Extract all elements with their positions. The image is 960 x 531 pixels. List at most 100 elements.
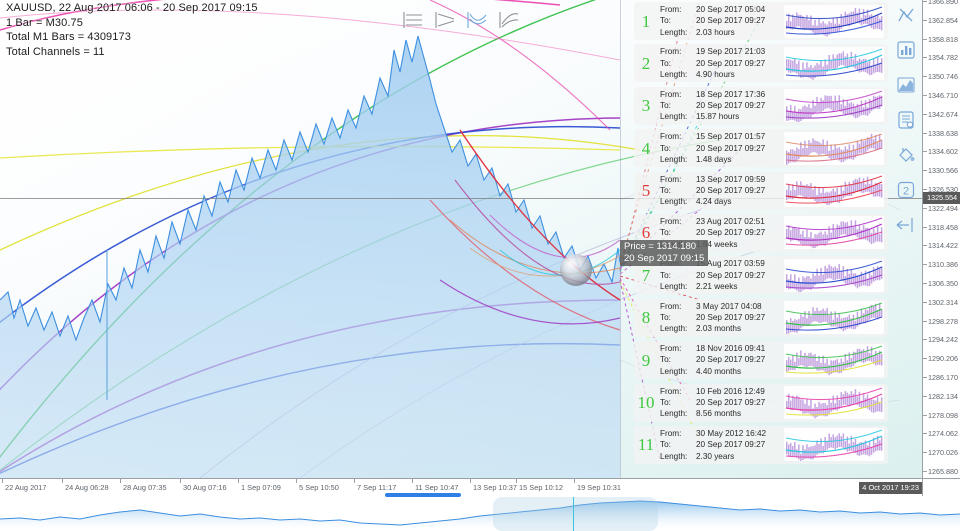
chart-sphere-marker[interactable]: [560, 254, 592, 286]
channel-to-line: To: 20 Sep 2017 09:27: [660, 270, 766, 280]
channel-thumbnail[interactable]: [784, 258, 884, 292]
channel-row[interactable]: 10 From: 10 Feb 2016 12:49 To: 20 Sep 2017 0…: [634, 383, 888, 422]
channel-row[interactable]: 5 From: 13 Sep 2017 09:59 To: 20 Sep 2017 09…: [634, 171, 888, 210]
price-axis-tick: 1274.062: [923, 428, 960, 439]
channel-type-legend: [402, 10, 520, 35]
channel-to-line: To: 20 Sep 2017 09:27: [660, 440, 766, 450]
channel-row-number: 4: [641, 138, 651, 158]
channel-row[interactable]: 11 From: 30 May 2012 16:42 To: 20 Sep 2017 0…: [634, 425, 888, 464]
price-axis[interactable]: 1366.890 1362.854 1358.818 1354.782 1350.746…: [922, 0, 960, 478]
price-axis-tick: 1330.566: [923, 165, 960, 176]
channel-to-line: To: 20 Sep 2017 09:27: [660, 313, 766, 323]
channel-thumbnail[interactable]: [784, 216, 884, 250]
curved-up-channel-icon[interactable]: [466, 10, 488, 35]
chart-header-info: XAUUSD, 22 Aug 2017 06:06 - 20 Sep 2017 …: [6, 1, 258, 59]
channel-list-panel[interactable]: 1 From: 20 Sep 2017 05:04 To: 20 Sep 2017 09…: [634, 2, 888, 468]
converging-channel-icon[interactable]: [434, 10, 456, 35]
channel-to-line: To: 20 Sep 2017 09:27: [660, 185, 766, 195]
time-axis-scrollbar[interactable]: [385, 493, 461, 497]
channel-row-number: 10: [637, 393, 655, 413]
time-axis-tick: 15 Sep 10:12: [516, 479, 563, 497]
time-axis-tick: 28 Aug 07:35: [120, 479, 167, 497]
right-toolbar[interactable]: 2: [889, 2, 922, 238]
zoom-level-value: 2: [902, 186, 908, 198]
channel-from-line: From: 18 Nov 2016 09:41: [660, 344, 766, 354]
parallel-channel-icon[interactable]: [402, 10, 424, 35]
time-axis-tick: 24 Aug 06:28: [62, 479, 109, 497]
time-axis[interactable]: 4 Oct 2017 19:23 22 Aug 2017 24 Aug 06:28…: [0, 478, 922, 497]
price-axis-tick: 1338.638: [923, 128, 960, 139]
channel-length-line: Length: 4.40 months: [660, 366, 742, 376]
curved-channel-icon[interactable]: [498, 10, 520, 35]
channel-thumbnail[interactable]: [784, 386, 884, 420]
time-axis-tick: 22 Aug 2017: [2, 479, 47, 497]
time-axis-tick: 1 Sep 07:09: [238, 479, 281, 497]
channel-thumbnail[interactable]: [784, 301, 884, 335]
price-axis-tick: 1366.890: [923, 0, 960, 7]
channel-row[interactable]: 3 From: 18 Sep 2017 17:36 To: 20 Sep 2017 09…: [634, 86, 888, 125]
channel-row-details: From: 20 Sep 2017 05:04 To: 20 Sep 2017 09:…: [658, 4, 784, 38]
tooltip-price-line: Price = 1314.180: [624, 241, 697, 252]
channel-thumbnail[interactable]: [784, 131, 884, 165]
channel-thumbnail[interactable]: [784, 428, 884, 462]
price-axis-tick: 1314.422: [923, 240, 960, 251]
channel-to-line: To: 20 Sep 2017 09:27: [660, 143, 766, 153]
navigator-cursor-line: [573, 497, 574, 531]
time-axis-tick: 5 Sep 10:50: [296, 479, 339, 497]
channel-row[interactable]: 8 From: 3 May 2017 04:08 To: 20 Sep 2017 09:…: [634, 298, 888, 337]
list-settings-icon[interactable]: [893, 107, 919, 133]
time-axis-current-label: 4 Oct 2017 19:23: [859, 482, 922, 494]
channel-row-number: 7: [641, 265, 651, 285]
paint-bucket-icon[interactable]: [893, 142, 919, 168]
channel-row[interactable]: 2 From: 19 Sep 2017 21:03 To: 20 Sep 2017 09…: [634, 44, 888, 83]
main-chart-canvas[interactable]: XAUUSD, 22 Aug 2017 06:06 - 20 Sep 2017 …: [0, 0, 922, 478]
channel-row-details: From: 10 Feb 2016 12:49 To: 20 Sep 2017 09:…: [658, 386, 784, 420]
time-axis-tick: 19 Sep 10:31: [574, 479, 621, 497]
total-bars-label: Total M1 Bars = 4309173: [6, 31, 131, 43]
price-axis-tick: 1322.494: [923, 203, 960, 214]
overview-navigator[interactable]: [0, 497, 960, 531]
channel-to-line: To: 20 Sep 2017 09:27: [660, 16, 766, 26]
channel-thumbnail[interactable]: [784, 174, 884, 208]
channel-length-line: Length: 2.03 months: [660, 324, 742, 334]
channel-from-line: From: 23 Aug 2017 02:51: [660, 217, 765, 226]
channel-from-line: From: 3 May 2017 04:08: [660, 301, 762, 311]
channel-row-details: From: 3 May 2017 04:08 To: 20 Sep 2017 09:2…: [658, 301, 784, 335]
channel-from-line: From: 18 Sep 2017 17:36: [660, 89, 766, 99]
channel-length-line: Length: 1.48 days: [660, 154, 732, 164]
scroll-back-arrow-icon[interactable]: [893, 212, 919, 238]
channel-row-number: 1: [641, 11, 651, 31]
price-axis-current-label: 1325.554: [923, 192, 960, 204]
channel-row-number: 2: [641, 53, 651, 73]
channel-thumbnail[interactable]: [784, 343, 884, 377]
channel-row-details: From: 18 Nov 2016 09:41 To: 20 Sep 2017 09:…: [658, 343, 784, 377]
time-axis-tick: 30 Aug 07:16: [180, 479, 227, 497]
channel-row[interactable]: 1 From: 20 Sep 2017 05:04 To: 20 Sep 2017 09…: [634, 2, 888, 40]
channel-thumbnail[interactable]: [784, 4, 884, 38]
zoom-level-2-icon[interactable]: 2: [893, 177, 919, 203]
channel-to-line: To: 20 Sep 2017 09:27: [660, 228, 766, 238]
bar-chart-icon[interactable]: [893, 37, 919, 63]
crossed-indicator-icon[interactable]: [893, 2, 919, 28]
navigator-sparkline: [0, 500, 960, 531]
channel-thumbnail[interactable]: [784, 46, 884, 80]
tooltip-time-line: 20 Sep 2017 09:15: [624, 252, 705, 264]
channel-row-number: 6: [641, 223, 651, 243]
channel-row-number: 11: [637, 435, 655, 455]
channel-row[interactable]: 9 From: 18 Nov 2016 09:41 To: 20 Sep 2017 09…: [634, 341, 888, 380]
channel-from-line: From: 20 Sep 2017 05:04: [660, 5, 766, 15]
time-crosshair-vertical-line: [620, 0, 621, 478]
price-axis-tick: 1270.026: [923, 447, 960, 458]
channel-row-details: From: 30 May 2012 16:42 To: 20 Sep 2017 09:…: [658, 428, 784, 462]
channel-to-line: To: 20 Sep 2017 09:27: [660, 101, 766, 111]
price-tooltip: Price = 1314.180 20 Sep 2017 09:15: [620, 240, 709, 266]
price-axis-tick: 1286.170: [923, 372, 960, 383]
channel-length-line: Length: 2.21 weeks: [660, 281, 738, 291]
channel-row[interactable]: 4 From: 15 Sep 2017 01:57 To: 20 Sep 2017 09…: [634, 129, 888, 168]
channel-to-line: To: 20 Sep 2017 09:27: [660, 397, 766, 407]
channel-thumbnail[interactable]: [784, 89, 884, 123]
channel-length-line: Length: 4.90 hours: [660, 70, 735, 80]
navigator-selection-region[interactable]: [493, 497, 658, 531]
channel-from-line: From: 30 May 2012 16:42: [660, 428, 767, 438]
area-chart-icon[interactable]: [893, 72, 919, 98]
